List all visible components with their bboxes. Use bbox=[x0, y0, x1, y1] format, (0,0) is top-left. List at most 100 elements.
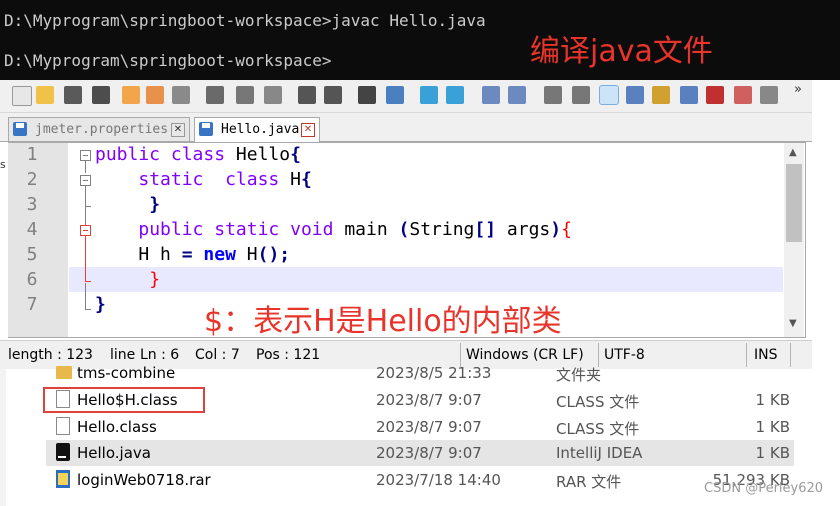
line-number: 4 bbox=[26, 219, 38, 240]
cut-icon[interactable] bbox=[206, 86, 224, 104]
fold-collapse-icon[interactable] bbox=[80, 150, 91, 161]
fold-line bbox=[85, 283, 86, 309]
file-row[interactable]: loginWeb0718.rar 2023/7/18 14:40 RAR 文件 … bbox=[46, 467, 794, 493]
line-number: 3 bbox=[26, 194, 38, 215]
line-number: 5 bbox=[26, 244, 38, 265]
file-date: 2023/7/18 14:40 bbox=[376, 471, 501, 489]
console-line-1: D:\Myprogram\springboot-workspace>javac … bbox=[4, 11, 486, 30]
tab-label: jmeter.properties bbox=[35, 122, 169, 137]
rar-icon bbox=[56, 470, 70, 488]
line-number: 7 bbox=[26, 294, 38, 315]
tab-hello-java[interactable]: Hello.java ✕ bbox=[194, 117, 320, 142]
console-line-2: D:\Myprogram\springboot-workspace> bbox=[4, 51, 332, 70]
paste-icon[interactable] bbox=[264, 86, 282, 104]
redo-icon[interactable] bbox=[324, 86, 342, 104]
code-line-1: public class Hello{ bbox=[95, 144, 301, 165]
record-macro-icon[interactable] bbox=[760, 86, 778, 104]
zoom-out-icon[interactable] bbox=[446, 86, 464, 104]
fold-end bbox=[85, 309, 91, 310]
function-list-icon[interactable] bbox=[680, 86, 698, 104]
file-type: CLASS 文件 bbox=[556, 420, 640, 438]
save-icon[interactable] bbox=[64, 86, 82, 104]
file-size: 1 KB bbox=[755, 418, 790, 436]
line-number: 6 bbox=[26, 269, 38, 290]
copy-icon[interactable] bbox=[236, 86, 254, 104]
scrollbar-thumb[interactable] bbox=[786, 164, 802, 242]
file-name: loginWeb0718.rar bbox=[77, 471, 211, 489]
code-line-4: public static void main (String[] args){ bbox=[138, 219, 572, 240]
close-tab-icon[interactable]: ✕ bbox=[171, 123, 185, 137]
file-name: Hello.java bbox=[77, 444, 151, 462]
code-line-6: } bbox=[149, 269, 161, 290]
show-all-chars-icon[interactable] bbox=[572, 86, 590, 104]
file-row-selected[interactable]: Hello.java 2023/8/7 9:07 IntelliJ IDEA 1… bbox=[46, 440, 794, 466]
zoom-in-icon[interactable] bbox=[420, 86, 438, 104]
tab-label: Hello.java bbox=[221, 122, 300, 137]
code-line-7: } bbox=[95, 294, 106, 315]
sync-v-icon[interactable] bbox=[482, 86, 500, 104]
file-type: IntelliJ IDEA bbox=[556, 444, 643, 462]
file-name: tms-combine bbox=[77, 364, 176, 382]
saved-file-icon bbox=[13, 122, 27, 136]
fold-line bbox=[85, 236, 86, 282]
file-type: RAR 文件 bbox=[556, 473, 622, 491]
replace-icon[interactable] bbox=[386, 86, 404, 104]
file-date: 2023/8/7 9:07 bbox=[376, 444, 482, 462]
find-icon[interactable] bbox=[358, 86, 376, 104]
undo-icon[interactable] bbox=[298, 86, 316, 104]
save-all-icon[interactable] bbox=[92, 86, 110, 104]
folder-workspace-icon[interactable] bbox=[706, 86, 724, 104]
tab-jmeter-properties[interactable]: jmeter.properties ✕ bbox=[8, 117, 190, 141]
sync-h-icon[interactable] bbox=[508, 86, 526, 104]
fold-line bbox=[85, 161, 86, 173]
class-file-icon bbox=[56, 417, 70, 435]
compile-annotation: 编译java文件 bbox=[530, 34, 713, 69]
file-date: 2023/8/5 21:33 bbox=[376, 364, 492, 382]
print-icon[interactable] bbox=[172, 86, 190, 104]
fold-collapse-icon[interactable] bbox=[80, 175, 91, 186]
close-all-icon[interactable] bbox=[146, 86, 164, 104]
code-line-2: static class H{ bbox=[138, 169, 312, 190]
monitor-icon[interactable] bbox=[734, 86, 752, 104]
code-line-3: } bbox=[149, 194, 161, 215]
indent-guide-icon[interactable] bbox=[599, 85, 619, 105]
line-number: 2 bbox=[26, 169, 38, 190]
new-file-icon[interactable] bbox=[12, 86, 32, 106]
close-tab-icon[interactable]: ✕ bbox=[301, 123, 315, 137]
console-window: D:\Myprogram\springboot-workspace>javac … bbox=[0, 0, 840, 80]
file-row[interactable]: Hello.class 2023/8/7 9:07 CLASS 文件 1 KB bbox=[46, 414, 794, 440]
explorer-left-strip bbox=[0, 369, 6, 506]
current-line-highlight bbox=[69, 267, 783, 292]
intellij-icon bbox=[56, 443, 70, 461]
scroll-up-icon[interactable]: ▲ bbox=[789, 147, 797, 158]
watermark: CSDN @Perley620 bbox=[704, 481, 824, 496]
scroll-down-icon[interactable]: ▼ bbox=[789, 318, 797, 329]
saved-file-icon bbox=[199, 122, 213, 136]
highlight-box bbox=[43, 387, 205, 413]
file-row[interactable]: tms-combine 2023/8/5 21:33 文件夹 bbox=[46, 360, 794, 386]
file-name: Hello.class bbox=[77, 418, 157, 436]
doc-map-icon[interactable] bbox=[652, 86, 670, 104]
line-number: 1 bbox=[26, 144, 38, 165]
fold-line bbox=[85, 207, 86, 225]
file-size: 1 KB bbox=[755, 391, 790, 409]
editor-toolbar: » bbox=[0, 80, 812, 113]
file-size: 1 KB bbox=[755, 444, 790, 462]
file-type: CLASS 文件 bbox=[556, 393, 640, 411]
udl-icon[interactable] bbox=[626, 86, 644, 104]
fold-end bbox=[85, 281, 91, 282]
close-icon[interactable] bbox=[122, 86, 140, 104]
word-wrap-icon[interactable] bbox=[544, 86, 562, 104]
folder-icon bbox=[56, 366, 72, 379]
code-line-5: H h = new H(); bbox=[138, 244, 291, 265]
fold-collapse-icon[interactable] bbox=[80, 225, 91, 236]
tab-bar: jmeter.properties ✕ Hello.java ✕ bbox=[0, 113, 812, 142]
inner-class-annotation: $：表示H是Hello的内部类 bbox=[204, 304, 562, 339]
open-icon[interactable] bbox=[36, 86, 54, 104]
file-date: 2023/8/7 9:07 bbox=[376, 391, 482, 409]
left-edge-mark: s bbox=[0, 158, 6, 171]
more-icon[interactable]: » bbox=[794, 82, 802, 97]
file-type: 文件夹 bbox=[556, 366, 602, 384]
file-date: 2023/8/7 9:07 bbox=[376, 418, 482, 436]
fold-line bbox=[85, 186, 86, 206]
